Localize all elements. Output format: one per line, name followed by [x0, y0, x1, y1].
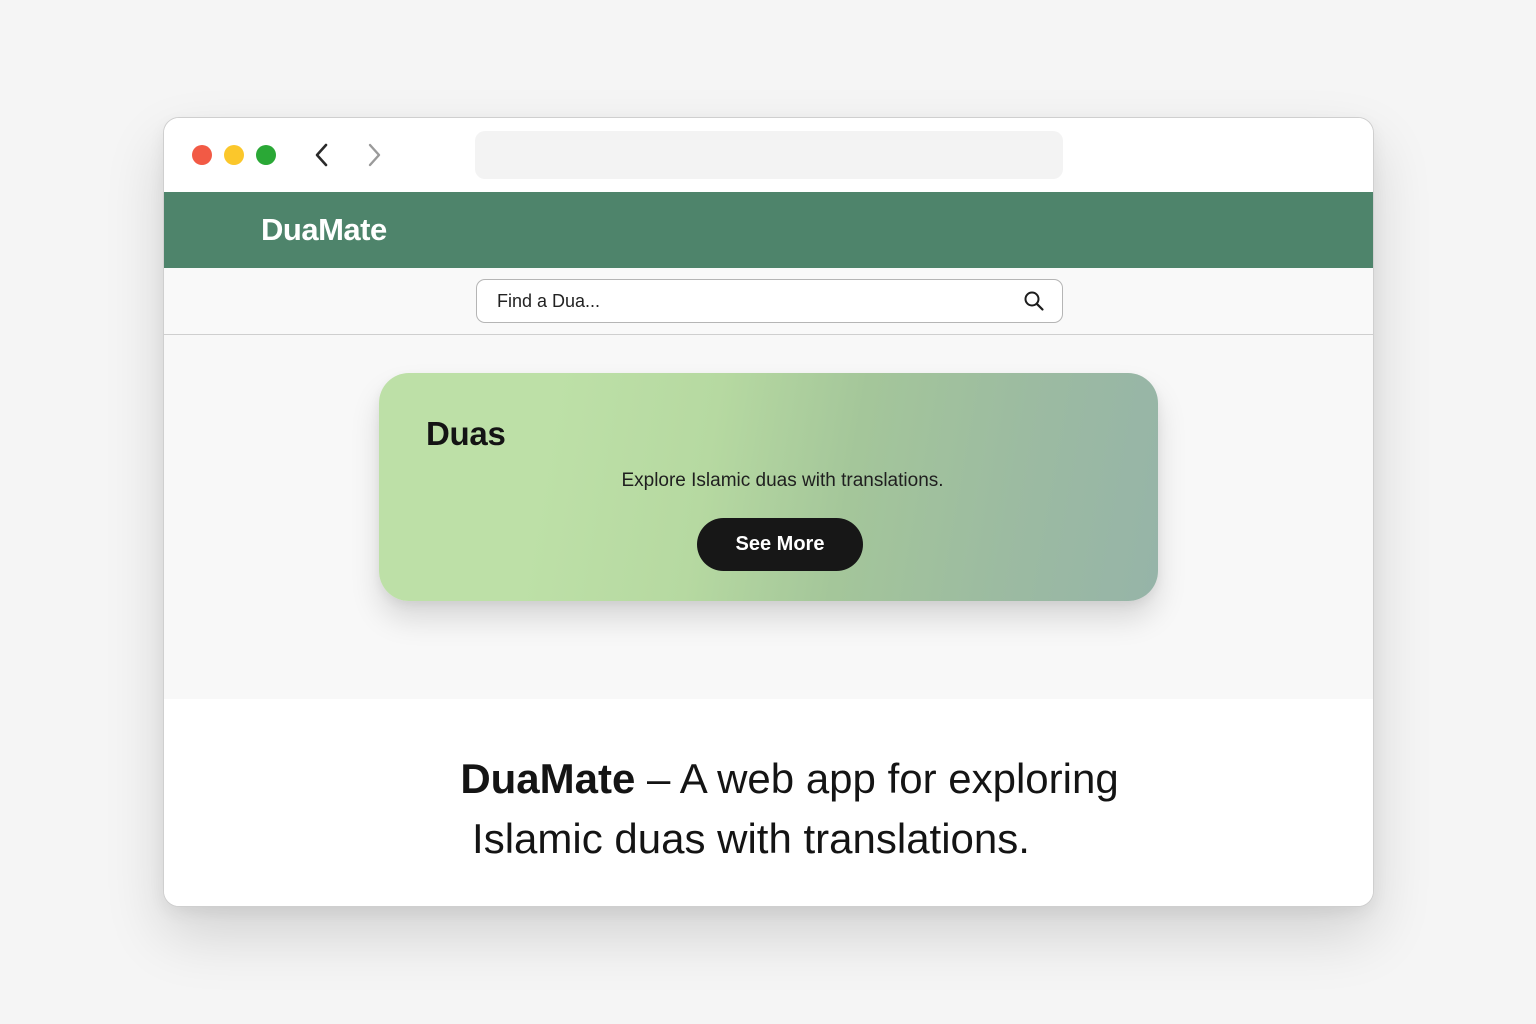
- brand-logo[interactable]: DuaMate: [261, 192, 387, 268]
- search-input[interactable]: [495, 280, 999, 322]
- search-strip: [164, 268, 1373, 335]
- search-box[interactable]: [476, 279, 1063, 323]
- chevron-right-icon: [368, 143, 381, 167]
- close-window-button[interactable]: [192, 145, 212, 165]
- forward-button[interactable]: [359, 140, 389, 170]
- caption-line-1-rest: – A web app for exploring: [635, 755, 1119, 802]
- caption-area: DuaMate – A web app for exploring Islami…: [164, 699, 1373, 906]
- chevron-left-icon: [315, 143, 328, 167]
- address-bar[interactable]: [475, 131, 1063, 179]
- browser-window: DuaMate Duas Explore Islamic duas with t…: [163, 117, 1374, 907]
- see-more-button[interactable]: See More: [697, 518, 863, 571]
- card-title: Duas: [426, 415, 506, 452]
- app-header: DuaMate: [164, 192, 1373, 268]
- maximize-window-button[interactable]: [256, 145, 276, 165]
- browser-titlebar: [164, 118, 1373, 192]
- caption-brand: DuaMate: [460, 755, 636, 802]
- back-button[interactable]: [307, 140, 337, 170]
- caption-line-2: Islamic duas with translations.: [472, 815, 1030, 862]
- caption-text: DuaMate – A web app for exploring Islami…: [164, 749, 1373, 869]
- search-icon[interactable]: [1023, 290, 1045, 312]
- minimize-window-button[interactable]: [224, 145, 244, 165]
- caption-line-1: DuaMate – A web app for exploring: [164, 749, 1373, 809]
- card-description: Explore Islamic duas with translations.: [621, 470, 944, 491]
- main-content: Duas Explore Islamic duas with translati…: [164, 335, 1373, 699]
- duas-card: Duas Explore Islamic duas with translati…: [379, 373, 1158, 601]
